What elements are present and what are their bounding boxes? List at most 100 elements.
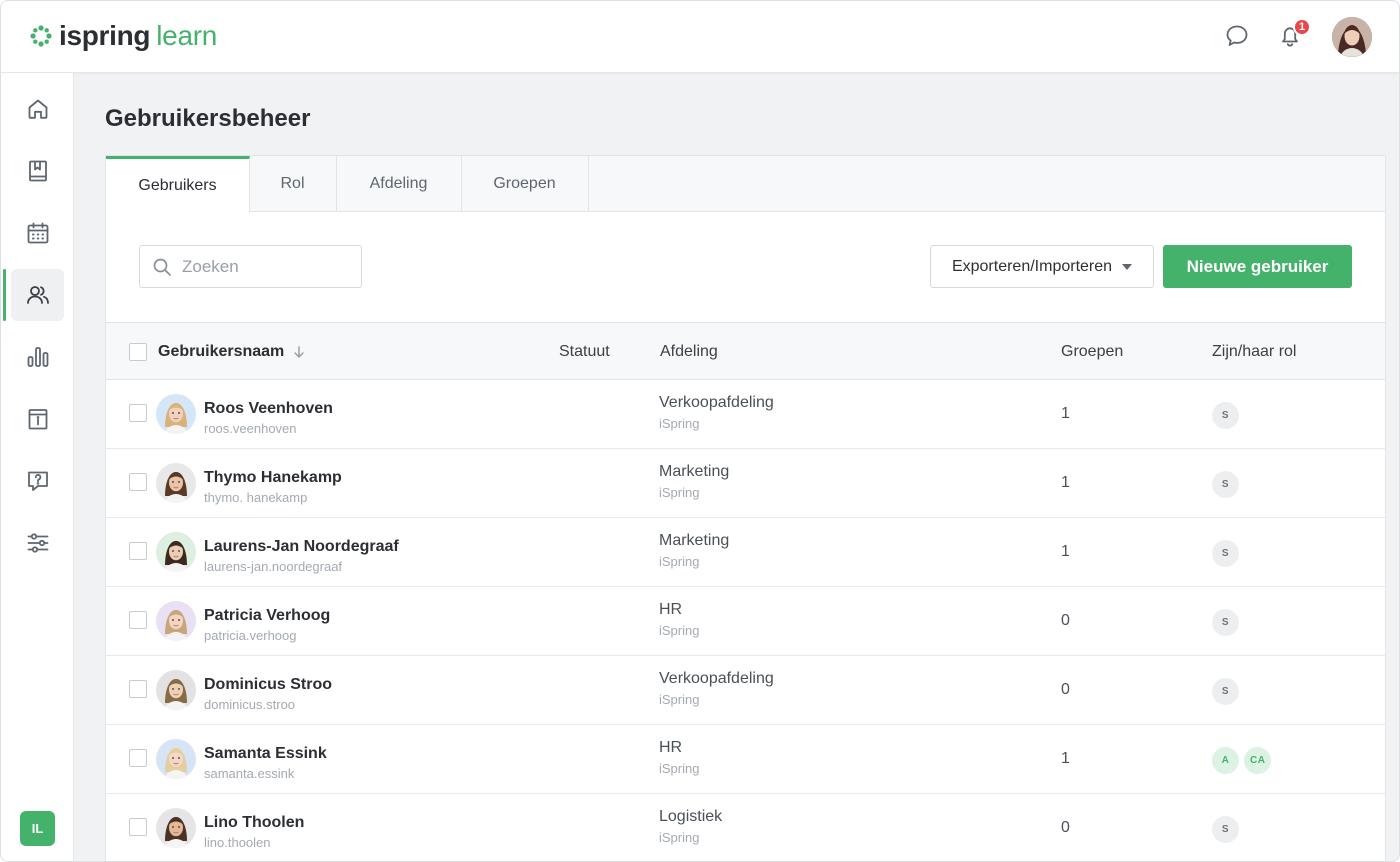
search-input[interactable] — [182, 256, 342, 277]
user-photo-icon — [156, 532, 196, 572]
user-photo-icon — [156, 601, 196, 641]
avatar — [156, 532, 196, 572]
logo-word-ispring: ispring — [59, 20, 151, 51]
sidebar-item-courses[interactable] — [11, 145, 64, 197]
user-login: dominicus.stroo — [204, 697, 296, 712]
users-icon — [26, 286, 49, 304]
department-name: Marketing — [659, 463, 730, 480]
home-icon — [28, 99, 47, 119]
role-badge: A — [1212, 747, 1239, 774]
user-name-link[interactable]: Roos Veenhoven — [204, 400, 333, 418]
user-photo-icon — [156, 808, 196, 848]
sidebar-item-settings[interactable] — [11, 517, 64, 569]
column-status: Statuut — [559, 343, 610, 360]
row-checkbox[interactable] — [129, 404, 147, 422]
avatar — [156, 394, 196, 434]
user-avatar[interactable] — [1332, 17, 1372, 57]
row-checkbox[interactable] — [129, 749, 147, 767]
group-count: 1 — [1061, 750, 1070, 767]
column-department: Afdeling — [660, 343, 718, 360]
user-name-link[interactable]: Samanta Essink — [204, 745, 327, 763]
row-checkbox[interactable] — [129, 542, 147, 560]
table-row[interactable]: Dominicus Stroo dominicus.stroo Verkoopafd… — [106, 656, 1385, 725]
sidebar-item-users[interactable] — [11, 269, 64, 321]
user-name-link[interactable]: Laurens-Jan Noordegraaf — [204, 538, 399, 556]
user-name-link[interactable]: Patricia Verhoog — [204, 607, 330, 625]
sidebar-active-indicator — [3, 269, 6, 321]
table-row[interactable]: Roos Veenhoven roos.veenhoven Verkoopafdel… — [106, 380, 1385, 449]
app-window: ispring learn 1 IL Gebruikersbeheer Gebr… — [0, 0, 1400, 862]
sidebar-item-home[interactable] — [11, 83, 64, 135]
tab-afdeling[interactable]: Afdeling — [336, 156, 462, 212]
sidebar-item-events[interactable] — [11, 393, 64, 445]
row-checkbox[interactable] — [129, 818, 147, 836]
table-row[interactable]: Patricia Verhoog patricia.verhoog HR iSprin… — [106, 587, 1385, 656]
sort-down-icon[interactable] — [292, 345, 306, 359]
tab-groepen[interactable]: Groepen — [461, 156, 589, 212]
organization-name: iSpring — [659, 692, 700, 707]
caret-down-icon — [1122, 263, 1133, 270]
table-row[interactable]: Samanta Essink samanta.essink HR iSpring 1 A C… — [106, 725, 1385, 794]
role-badge: S — [1212, 609, 1239, 636]
sidebar-item-reports[interactable] — [11, 331, 64, 383]
department-name: HR — [659, 739, 683, 756]
role-badges: S — [1212, 471, 1239, 498]
user-photo-icon — [1332, 17, 1372, 57]
organization-name: iSpring — [659, 485, 700, 500]
user-login: samanta.essink — [204, 766, 295, 781]
role-badges: A CA — [1212, 747, 1272, 774]
user-login: patricia.verhoog — [204, 628, 297, 643]
group-count: 0 — [1061, 681, 1070, 698]
table-row[interactable]: Thymo Hanekamp thymo. hanekamp Marketing iS… — [106, 449, 1385, 518]
row-checkbox[interactable] — [129, 680, 147, 698]
department-name: Verkoopafdeling — [659, 670, 774, 687]
chat-icon[interactable] — [1224, 23, 1250, 49]
group-count: 1 — [1061, 543, 1070, 560]
calendar-icon — [27, 222, 48, 244]
role-badge: S — [1212, 678, 1239, 705]
tab-rol[interactable]: Rol — [249, 156, 337, 212]
group-count: 1 — [1061, 405, 1070, 422]
group-count: 0 — [1061, 819, 1070, 836]
logo-word-learn: learn — [156, 20, 218, 51]
export-import-label: Exporteren/Importeren — [951, 257, 1113, 275]
user-name-link[interactable]: Lino Thoolen — [204, 814, 304, 832]
organization-name: iSpring — [659, 761, 700, 776]
table-row[interactable]: Lino Thoolen lino.thoolen Logistiek iSpring… — [106, 794, 1385, 861]
bar-chart-icon — [27, 347, 48, 367]
role-badge: S — [1212, 402, 1239, 429]
users-panel: Gebruikers Rol Afdeling Groepen Exporter… — [105, 155, 1386, 861]
column-groups: Groepen — [1061, 343, 1124, 360]
row-checkbox[interactable] — [129, 473, 147, 491]
new-user-button[interactable]: Nieuwe gebruiker — [1163, 245, 1352, 288]
column-username[interactable]: Gebruikersnaam — [158, 323, 306, 381]
table-row[interactable]: Laurens-Jan Noordegraaf laurens-jan.noord… — [106, 518, 1385, 587]
avatar — [156, 601, 196, 641]
column-username-label: Gebruikersnaam — [158, 343, 285, 360]
logo-text: ispring learn — [59, 21, 217, 51]
sidebar-item-calendar[interactable] — [11, 207, 64, 259]
user-login: roos.veenhoven — [204, 421, 297, 436]
role-badge: S — [1212, 816, 1239, 843]
role-badges: S — [1212, 609, 1239, 636]
select-all-checkbox[interactable] — [129, 343, 147, 361]
user-login: thymo. hanekamp — [204, 490, 308, 505]
logo[interactable]: ispring learn — [29, 21, 217, 51]
role-badges: S — [1212, 402, 1239, 429]
search-box[interactable] — [139, 245, 362, 288]
department-name: Logistiek — [659, 808, 723, 825]
user-name-link[interactable]: Dominicus Stroo — [204, 676, 332, 694]
user-name-link[interactable]: Thymo Hanekamp — [204, 469, 342, 487]
role-badges: S — [1212, 540, 1239, 567]
sidebar: IL — [1, 73, 74, 861]
question-icon — [27, 471, 48, 491]
tab-gebruikers[interactable]: Gebruikers — [106, 156, 250, 213]
organization-name: iSpring — [659, 623, 700, 638]
account-initials-button[interactable]: IL — [20, 811, 55, 846]
user-photo-icon — [156, 463, 196, 503]
row-checkbox[interactable] — [129, 611, 147, 629]
group-count: 0 — [1061, 612, 1070, 629]
department-name: Marketing — [659, 532, 730, 549]
export-import-dropdown[interactable]: Exporteren/Importeren — [930, 245, 1154, 288]
sidebar-item-help[interactable] — [11, 455, 64, 507]
